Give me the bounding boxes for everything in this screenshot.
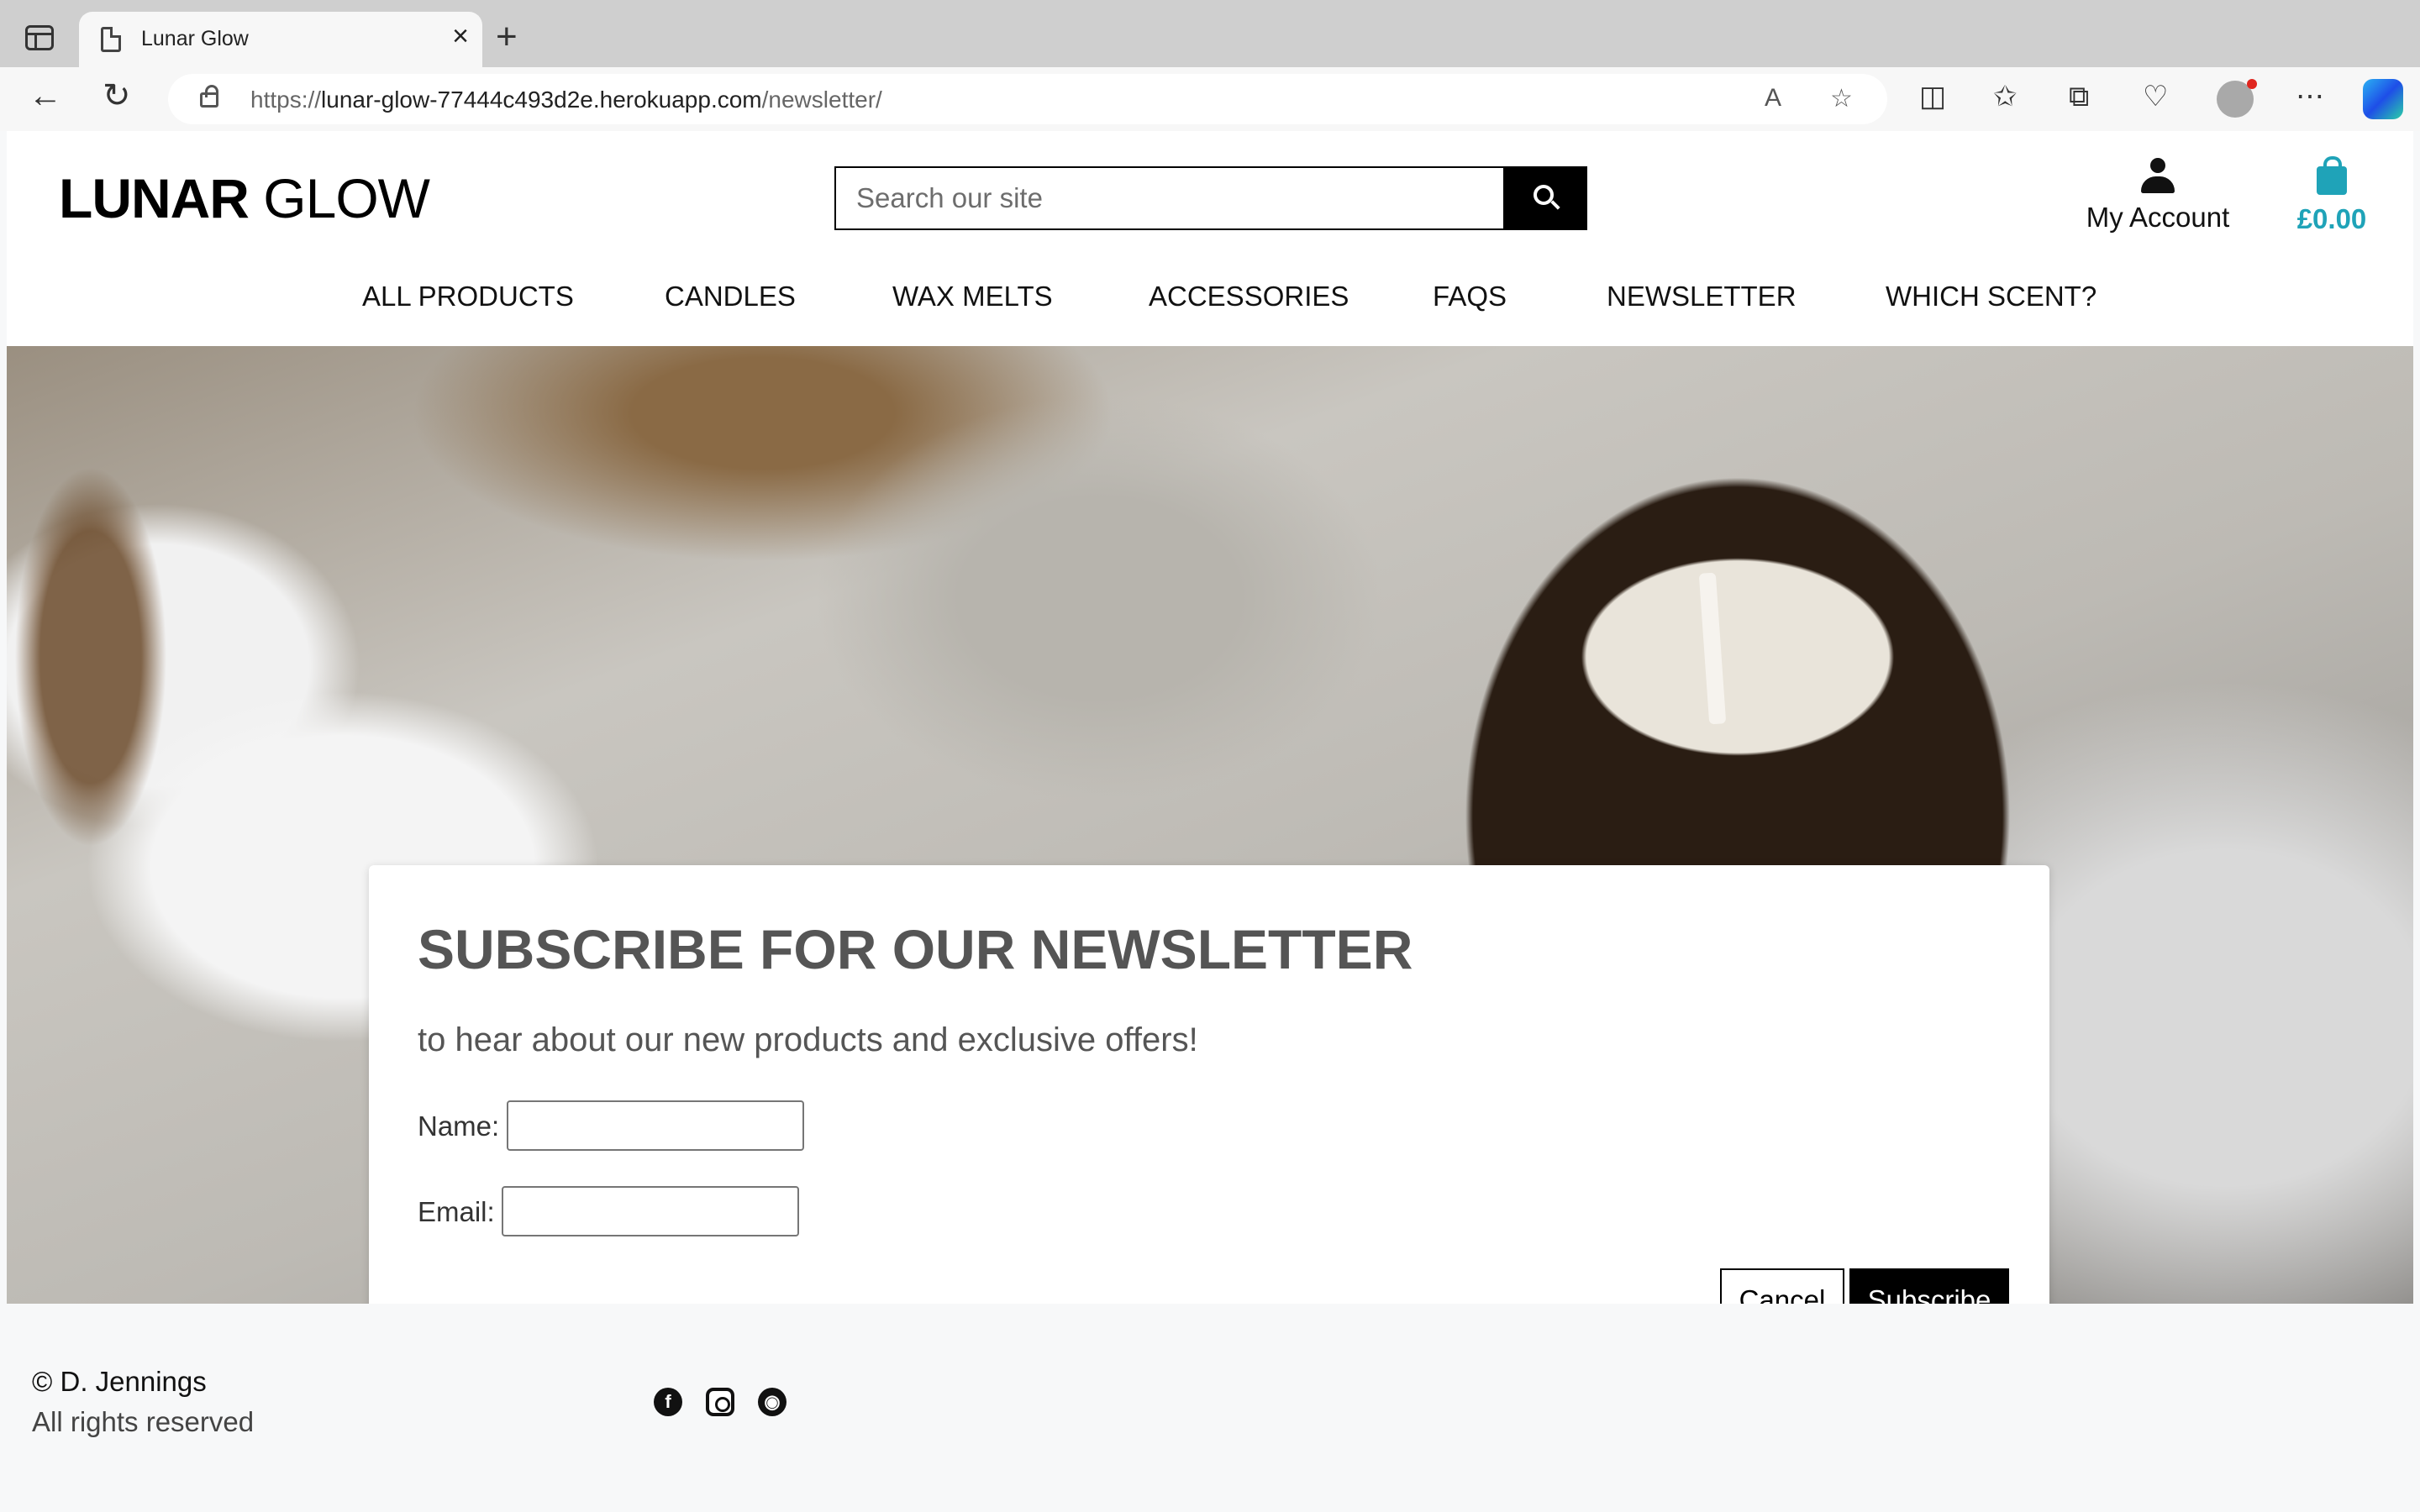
- read-aloud-icon[interactable]: A: [1765, 84, 1781, 113]
- back-icon[interactable]: ←: [29, 79, 62, 113]
- cancel-button[interactable]: Cancel: [1720, 1268, 1844, 1304]
- site-footer: © D. Jennings All rights reserved f ◉: [7, 1304, 2413, 1512]
- browser-tab[interactable]: Lunar Glow ×: [79, 12, 482, 67]
- site-header: LUNAR GLOW My Account £0.00 ALL PRODUCTS…: [7, 131, 2413, 346]
- reload-icon[interactable]: ↻: [103, 79, 131, 113]
- nav-item-faqs[interactable]: FAQS: [1433, 281, 1507, 312]
- address-bar[interactable]: https://lunar-glow-77444c493d2e.herokuap…: [168, 74, 1887, 124]
- email-label: Email:: [418, 1196, 495, 1227]
- hero-dried-flower: [7, 363, 276, 951]
- page-icon: [101, 27, 121, 52]
- hero-background: SUBSCRIBE FOR OUR NEWSLETTER to hear abo…: [7, 346, 2413, 1304]
- footer-copyright: © D. Jennings: [32, 1366, 207, 1397]
- site-search: [834, 166, 1587, 230]
- copilot-icon[interactable]: [2363, 79, 2403, 119]
- nav-item-which-scent[interactable]: WHICH SCENT?: [1886, 281, 2096, 312]
- browser-toolbar: ← ↻ https://lunar-glow-77444c493d2e.hero…: [0, 67, 2420, 131]
- browser-tabstrip: Lunar Glow × +: [0, 0, 2420, 67]
- my-account-label: My Account: [2086, 202, 2230, 233]
- web-page: LUNAR GLOW My Account £0.00 ALL PRODUCTS…: [7, 131, 2413, 1512]
- name-label: Name:: [418, 1110, 500, 1142]
- github-icon[interactable]: ◉: [758, 1388, 786, 1416]
- newsletter-subtitle: to hear about our new products and exclu…: [418, 1021, 1198, 1058]
- new-tab-icon[interactable]: +: [496, 18, 518, 55]
- more-options-icon[interactable]: ⋯: [2296, 82, 2324, 111]
- lock-icon[interactable]: [200, 85, 218, 108]
- instagram-icon[interactable]: [706, 1388, 734, 1416]
- shopping-bag-icon: [2317, 156, 2347, 195]
- profile-avatar[interactable]: [2217, 79, 2257, 118]
- footer-rights: All rights reserved: [32, 1406, 255, 1437]
- site-logo[interactable]: LUNAR GLOW: [59, 166, 430, 230]
- newsletter-title: SUBSCRIBE FOR OUR NEWSLETTER: [418, 918, 1413, 980]
- close-tab-icon[interactable]: ×: [452, 22, 469, 50]
- nav-item-wax-melts[interactable]: WAX MELTS: [892, 281, 1053, 312]
- shopping-bag-link[interactable]: £0.00: [2286, 156, 2378, 235]
- search-input[interactable]: [834, 166, 1503, 230]
- favorite-star-icon[interactable]: ☆: [1830, 84, 1853, 113]
- main-nav: ALL PRODUCTS CANDLES WAX MELTS ACCESSORI…: [7, 281, 2413, 328]
- email-field[interactable]: [502, 1186, 799, 1236]
- hero-candle-wick: [1698, 572, 1727, 725]
- collections-icon[interactable]: ⧉: [2069, 82, 2089, 111]
- browser-essentials-icon[interactable]: ♡: [2143, 82, 2168, 111]
- nav-item-accessories[interactable]: ACCESSORIES: [1149, 281, 1349, 312]
- subscribe-button[interactable]: Subscribe: [1849, 1268, 2009, 1304]
- my-account-link[interactable]: My Account: [2075, 158, 2240, 234]
- bag-total: £0.00: [2296, 203, 2367, 234]
- favorites-icon[interactable]: ✩: [1993, 82, 2018, 111]
- nav-item-newsletter[interactable]: NEWSLETTER: [1607, 281, 1797, 312]
- tab-title: Lunar Glow: [141, 27, 249, 50]
- search-button[interactable]: [1503, 166, 1587, 230]
- tab-actions-icon[interactable]: [25, 25, 54, 50]
- newsletter-card: SUBSCRIBE FOR OUR NEWSLETTER to hear abo…: [369, 865, 2049, 1304]
- url-text[interactable]: https://lunar-glow-77444c493d2e.herokuap…: [250, 87, 882, 113]
- nav-item-all-products[interactable]: ALL PRODUCTS: [362, 281, 574, 312]
- facebook-icon[interactable]: f: [654, 1388, 682, 1416]
- split-screen-icon[interactable]: ◫: [1919, 82, 1946, 111]
- name-field[interactable]: [507, 1100, 804, 1151]
- nav-item-candles[interactable]: CANDLES: [665, 281, 796, 312]
- user-icon: [2141, 158, 2175, 193]
